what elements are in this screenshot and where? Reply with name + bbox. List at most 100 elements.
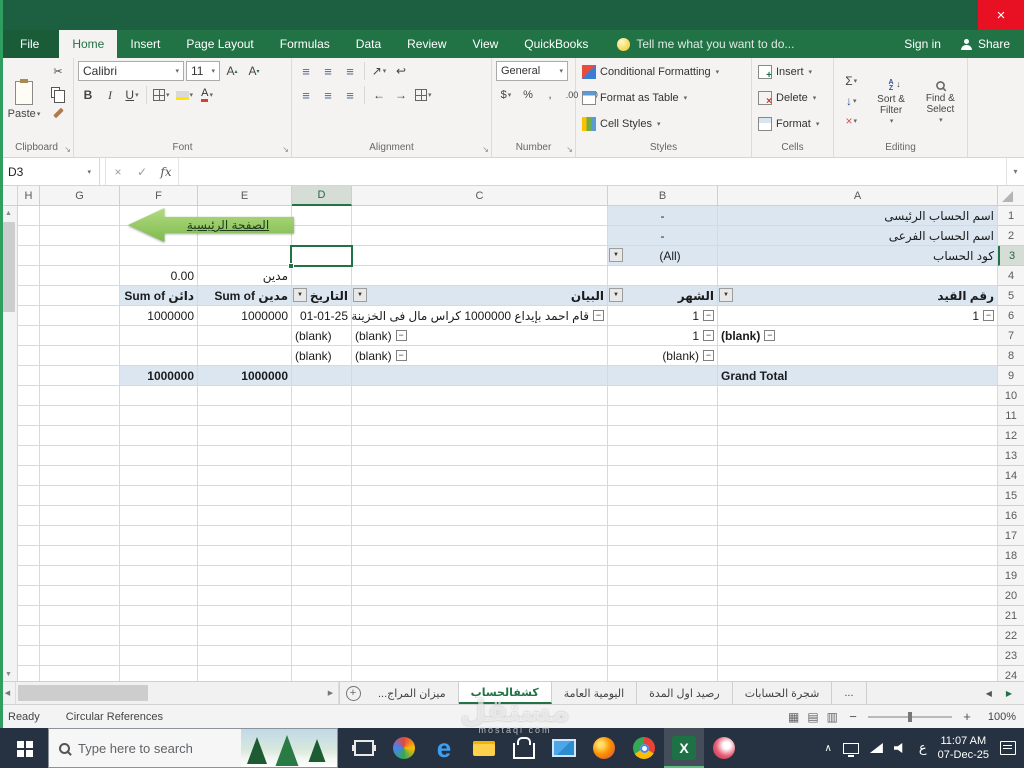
cell-A11[interactable] [718,406,998,426]
cell-D16[interactable] [292,506,352,526]
cell-F15[interactable] [120,486,198,506]
alignment-dialog-launcher[interactable]: ↘ [482,145,489,154]
pivot-filter-button[interactable]: ▼ [293,288,307,302]
column-header-A[interactable]: A [718,186,998,206]
sheet-tab-6[interactable]: ... [832,682,867,704]
pivot-collapse-button[interactable]: − [764,330,776,341]
cell-E24[interactable] [198,666,292,681]
taskbar-search[interactable]: Type here to search [48,728,338,768]
cell-A18[interactable] [718,546,998,566]
align-right-button[interactable]: ≡ [340,85,360,105]
cell-C21[interactable] [352,606,608,626]
cell-D21[interactable] [292,606,352,626]
format-as-table-button[interactable]: Format as Table ▾ [580,87,747,109]
cell-B14[interactable] [608,466,718,486]
cell-E6[interactable]: 1000000 [198,306,292,326]
formula-bar-expand-icon[interactable]: ▾ [1006,158,1024,185]
cell-B21[interactable] [608,606,718,626]
zoom-slider[interactable] [868,711,952,722]
pivot-collapse-button[interactable]: − [395,350,407,361]
cell-D9[interactable] [292,366,352,386]
enter-icon[interactable]: ✓ [130,158,154,185]
cell-H24[interactable] [18,666,40,681]
cell-H10[interactable] [18,386,40,406]
cell-F5[interactable]: Sum of دائن [120,286,198,306]
column-header-B[interactable]: B [608,186,718,206]
cell-C13[interactable] [352,446,608,466]
cell-C9[interactable] [352,366,608,386]
italic-button[interactable]: I [100,85,120,105]
pivot-collapse-button[interactable]: − [593,310,604,321]
row-header-5[interactable]: 5 [998,286,1024,306]
taskbar-icon-chrome[interactable] [624,728,664,768]
cell-E4[interactable]: مدين [198,266,292,286]
cell-H18[interactable] [18,546,40,566]
cell-C8[interactable]: (blank) − [352,346,608,366]
cell-C5[interactable]: ▼ البيان [352,286,608,306]
cell-G18[interactable] [40,546,120,566]
cell-H9[interactable] [18,366,40,386]
cell-E13[interactable] [198,446,292,466]
cell-A15[interactable] [718,486,998,506]
middle-align-button[interactable]: ≡ [318,61,338,81]
cell-F7[interactable] [120,326,198,346]
page-break-view-button[interactable]: ▥ [827,710,838,724]
cell-H1[interactable] [18,206,40,226]
pivot-filter-button[interactable]: ▼ [719,288,733,302]
cell-A21[interactable] [718,606,998,626]
cell-G14[interactable] [40,466,120,486]
cell-A7[interactable]: (blank) − [718,326,998,346]
cell-C17[interactable] [352,526,608,546]
cell-C6[interactable]: قام احمد بإيداع 1000000 كراس مال فى الخز… [352,306,608,326]
cell-H20[interactable] [18,586,40,606]
increase-indent-button[interactable]: → [391,85,411,105]
find-select-button[interactable]: Find & Select ▾ [918,76,963,125]
cell-B3[interactable]: ▼ (All) [608,246,718,266]
paste-button[interactable]: Paste ▾ [4,61,44,140]
search-highlight-image[interactable] [241,729,337,767]
tab-view[interactable]: View [460,30,512,58]
cell-B11[interactable] [608,406,718,426]
column-header-E[interactable]: E [198,186,292,206]
row-header-20[interactable]: 20 [998,586,1024,606]
volume-icon[interactable] [893,742,903,754]
cell-C22[interactable] [352,626,608,646]
row-header-6[interactable]: 6 [998,306,1024,326]
cell-A8[interactable] [718,346,998,366]
sheet-tab-2[interactable]: كشفالحساب [458,682,552,704]
row-header-13[interactable]: 13 [998,446,1024,466]
tab-data[interactable]: Data [343,30,394,58]
cell-G3[interactable] [40,246,120,266]
pivot-collapse-button[interactable]: − [703,310,714,321]
orientation-button[interactable]: ↗ ▾ [369,61,389,81]
normal-view-button[interactable]: ▦ [788,710,799,724]
cell-A3[interactable]: كود الحساب [718,246,998,266]
cell-F14[interactable] [120,466,198,486]
tab-review[interactable]: Review [394,30,459,58]
taskbar-clock[interactable]: 11:07 AM 07-Dec-25 [938,734,989,763]
cell-B8[interactable]: (blank) − [608,346,718,366]
language-indicator[interactable]: ع [919,740,927,756]
cell-F10[interactable] [120,386,198,406]
scroll-right-button[interactable]: ▶ [323,682,339,704]
cell-G20[interactable] [40,586,120,606]
row-header-11[interactable]: 11 [998,406,1024,426]
cell-G9[interactable] [40,366,120,386]
zoom-out-button[interactable]: − [846,709,860,724]
cell-E15[interactable] [198,486,292,506]
cell-C10[interactable] [352,386,608,406]
cell-B22[interactable] [608,626,718,646]
cell-E23[interactable] [198,646,292,666]
clipboard-dialog-launcher[interactable]: ↘ [64,145,71,154]
row-header-7[interactable]: 7 [998,326,1024,346]
cell-E16[interactable] [198,506,292,526]
cell-G19[interactable] [40,566,120,586]
hscroll-track[interactable] [16,682,323,704]
cell-B1[interactable]: - [608,206,718,226]
cell-A14[interactable] [718,466,998,486]
cell-F3[interactable] [120,246,198,266]
cell-C15[interactable] [352,486,608,506]
cell-E12[interactable] [198,426,292,446]
cell-A17[interactable] [718,526,998,546]
name-box[interactable]: D3 ▾ [0,158,100,185]
